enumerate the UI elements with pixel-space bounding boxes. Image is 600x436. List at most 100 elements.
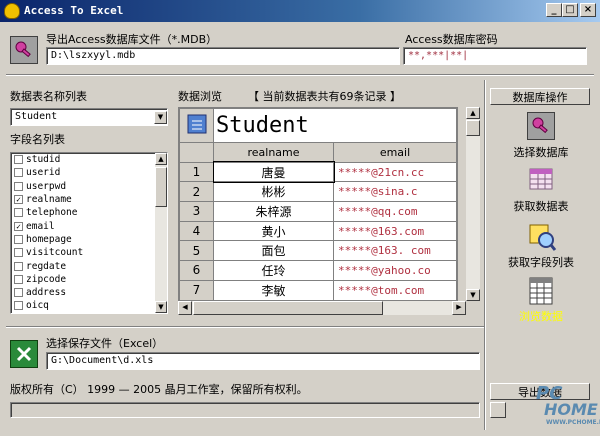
field-name: maxim (26, 313, 55, 314)
table-list-icon (527, 166, 555, 194)
field-checkbox[interactable] (14, 155, 23, 165)
field-checkbox[interactable] (14, 234, 23, 244)
minimize-button[interactable]: _ (546, 3, 562, 17)
field-list-scrollbar[interactable]: ▲ ▼ (155, 153, 167, 313)
field-checkbox[interactable] (14, 181, 23, 191)
cell-realname[interactable]: 黄小 (213, 220, 334, 242)
browse-label: 数据浏览 (178, 90, 222, 103)
chevron-down-icon[interactable]: ▼ (154, 111, 167, 124)
mdb-path-input[interactable]: D:\lszxyyl.mdb (46, 47, 400, 65)
table-select-value: Student (15, 111, 58, 122)
field-item[interactable]: zipcode (11, 273, 167, 286)
select-db-label: 选择数据库 (513, 146, 569, 159)
field-checkbox[interactable]: ✓ (14, 195, 23, 205)
get-fields-button[interactable]: 获取字段列表 (496, 222, 586, 270)
grid-scroll-up-icon[interactable]: ▲ (466, 107, 480, 119)
field-checkbox[interactable] (14, 301, 23, 311)
scroll-thumb[interactable] (155, 167, 167, 207)
cell-realname[interactable]: 李敏 (213, 279, 334, 300)
field-name: telephone (26, 207, 78, 219)
table-row[interactable]: 7 李敏 *****@tom.com (179, 279, 457, 300)
table-row[interactable]: 4 黄小 *****@163.com (179, 220, 457, 242)
field-item[interactable]: regdate (11, 259, 167, 272)
field-items: studid userid userpwd ✓ realname telephone ✓ em… (11, 153, 167, 314)
save-path-input[interactable]: G:\Document\d.xls (46, 352, 480, 370)
row-number: 4 (179, 220, 214, 242)
grid-hscrollbar[interactable]: ◀ ▶ (178, 301, 466, 315)
field-checkbox[interactable] (14, 248, 23, 258)
field-list[interactable]: studid userid userpwd ✓ realname telephone ✓ em… (10, 152, 168, 314)
select-db-button[interactable]: 选择数据库 (496, 112, 586, 160)
field-checkbox[interactable]: ✓ (14, 221, 23, 231)
cell-realname[interactable]: 任玲 (213, 260, 334, 281)
table-row[interactable]: 6 任玲 *****@yahoo.co (179, 260, 457, 281)
field-name: homepage (26, 233, 72, 245)
cell-realname[interactable]: 朱梓源 (213, 201, 334, 222)
table-row[interactable]: 5 面包 *****@163. com (179, 240, 457, 262)
table-select[interactable]: Student (10, 108, 168, 126)
cell-realname[interactable]: 彬彬 (213, 181, 334, 203)
field-checkbox[interactable] (14, 208, 23, 218)
scroll-up-icon[interactable]: ▲ (155, 153, 167, 165)
field-checkbox[interactable] (14, 288, 23, 298)
field-checkbox[interactable] (14, 261, 23, 271)
cell-realname[interactable]: 面包 (213, 240, 334, 262)
field-item[interactable]: userpwd (11, 180, 167, 193)
grid-scroll-down-icon[interactable]: ▼ (466, 289, 480, 301)
app-icon (4, 3, 20, 19)
email-redacted-part: *****@sina.c (338, 185, 418, 199)
grid-header-email[interactable]: email (333, 142, 457, 163)
db-ops-header[interactable]: 数据库操作 (490, 88, 590, 105)
cell-email[interactable]: *****@163. com (333, 240, 457, 262)
database-key-icon (10, 36, 38, 64)
field-item[interactable]: visitcount (11, 246, 167, 259)
title-bar[interactable]: Access To Excel _ □ × (0, 0, 600, 22)
get-tables-button[interactable]: 获取数据表 (496, 166, 586, 214)
grid-scroll-right-icon[interactable]: ▶ (452, 301, 466, 315)
browse-data-button[interactable]: 浏览数据 (496, 276, 586, 324)
table-row[interactable]: 1 唐曼 *****@21cn.cc (179, 161, 457, 183)
table-refresh-icon (187, 114, 206, 134)
data-grid[interactable]: Student realname email 1 唐曼 *****@21cn.cc 2… (178, 107, 458, 301)
cell-email[interactable]: *****@sina.c (333, 181, 457, 203)
copyright-text: 版权所有（C） 1999 — 2005 晶月工作室，保留所有权利。 (10, 383, 308, 396)
email-redacted-part: *****@yahoo.co (338, 263, 431, 277)
top-divider (6, 74, 594, 76)
close-button[interactable]: × (580, 3, 596, 17)
field-checkbox[interactable] (14, 168, 23, 178)
grid-hscroll-thumb[interactable] (193, 301, 383, 315)
cell-email[interactable]: *****@163.com (333, 220, 457, 242)
cell-email[interactable]: *****@tom.com (333, 279, 457, 300)
cell-realname[interactable]: 唐曼 (212, 161, 335, 183)
field-item[interactable]: userid (11, 166, 167, 179)
field-item[interactable]: studid (11, 153, 167, 166)
grid-vscrollbar[interactable]: ▲ ▼ (466, 107, 480, 301)
field-search-icon (527, 222, 557, 251)
cell-email[interactable]: *****@21cn.cc (333, 161, 457, 183)
field-item[interactable]: maxim (11, 313, 167, 314)
field-item[interactable]: homepage (11, 233, 167, 246)
field-name: oicq (26, 300, 49, 312)
scroll-down-icon[interactable]: ▼ (155, 301, 167, 313)
export-arrow-icon[interactable] (490, 402, 506, 418)
grid-table-name: Student (213, 108, 457, 143)
password-input[interactable]: **,***|**| (403, 47, 587, 65)
field-name: studid (26, 154, 61, 166)
grid-scroll-thumb[interactable] (466, 120, 480, 136)
field-item[interactable]: telephone (11, 206, 167, 219)
field-name: zipcode (26, 273, 67, 285)
table-row[interactable]: 2 彬彬 *****@sina.c (179, 181, 457, 203)
browse-data-label: 浏览数据 (519, 310, 563, 323)
table-row[interactable]: 3 朱梓源 *****@qq.com (179, 201, 457, 222)
password-label: Access数据库密码 (405, 33, 498, 46)
field-checkbox[interactable] (14, 274, 23, 284)
grid-scroll-left-icon[interactable]: ◀ (178, 301, 192, 315)
field-item[interactable]: ✓ email (11, 219, 167, 232)
grid-header-realname[interactable]: realname (213, 142, 334, 163)
cell-email[interactable]: *****@qq.com (333, 201, 457, 222)
maximize-button[interactable]: □ (562, 3, 578, 17)
field-item[interactable]: ✓ realname (11, 193, 167, 206)
field-item[interactable]: oicq (11, 299, 167, 312)
field-item[interactable]: address (11, 286, 167, 299)
cell-email[interactable]: *****@yahoo.co (333, 260, 457, 281)
